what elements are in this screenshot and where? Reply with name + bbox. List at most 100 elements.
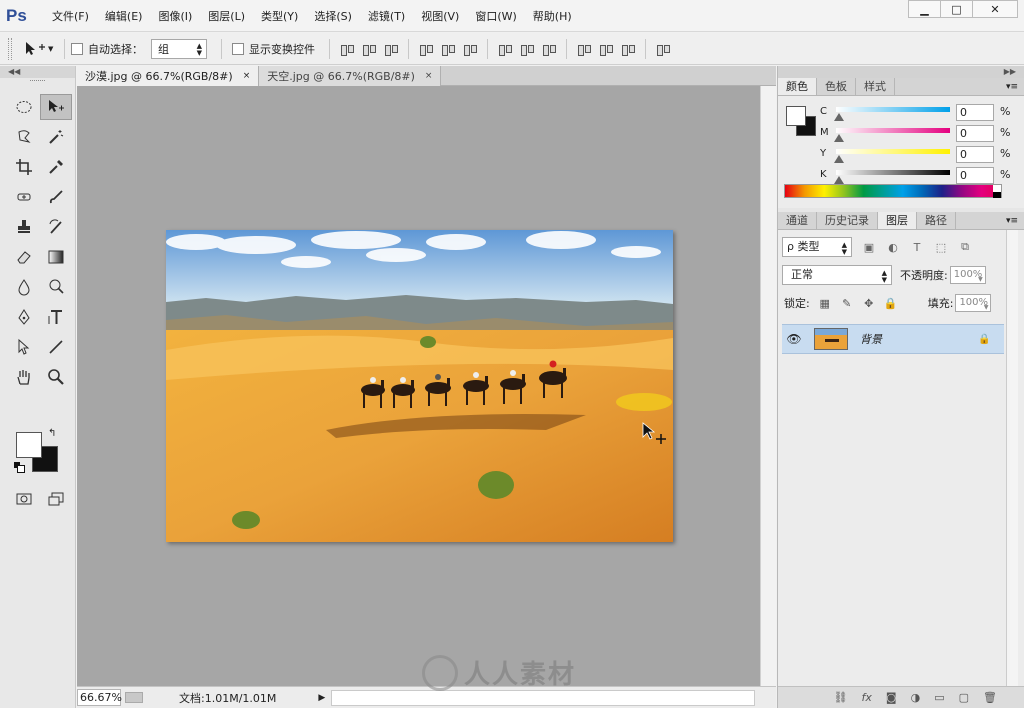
adjustment-icon[interactable]: ◑ [911,691,921,704]
clone-stamp-icon[interactable] [8,214,40,240]
opacity-input[interactable]: 100% ▼ [949,266,986,284]
close-button[interactable]: ✕ [972,0,1018,18]
canvas-area[interactable] [77,86,760,686]
slider-track[interactable] [836,149,950,154]
foreground-color-swatch[interactable] [16,432,42,458]
menu-help[interactable]: 帮助(H) [525,8,580,24]
hand-icon[interactable] [8,364,40,390]
toolbar-grip[interactable] [30,80,45,88]
menu-filter[interactable]: 滤镜(T) [360,8,413,24]
brush-icon[interactable] [40,184,72,210]
distribute-left-icon[interactable] [578,43,591,56]
folder-icon[interactable]: ▭ [934,691,944,704]
crop-icon[interactable] [8,154,40,180]
move-tool-icon[interactable] [40,94,72,120]
slider-knob[interactable] [834,176,844,184]
distribute-vcenter-icon[interactable] [521,43,534,56]
eye-icon[interactable]: 👁 [782,332,806,346]
distribute-hcenter-icon[interactable] [600,43,613,56]
slider-value-input[interactable]: 0 [956,125,994,142]
tab-paths[interactable]: 路径 [917,212,956,229]
mask-icon[interactable]: ◙ [886,691,897,704]
lock-pixels-icon[interactable]: ✎ [840,296,854,310]
vertical-scrollbar[interactable] [760,86,776,686]
magic-wand-icon[interactable] [40,124,72,150]
tab-sky[interactable]: 天空.jpg @ 66.7%(RGB/8#) × [259,66,442,86]
lasso-icon[interactable] [8,124,40,150]
align-left-icon[interactable] [420,43,433,56]
close-icon[interactable]: × [425,71,433,81]
link-icon[interactable]: ⛓ [834,691,848,704]
minimize-button[interactable]: ▁ [908,0,941,18]
pen-icon[interactable] [8,304,40,330]
document-image[interactable] [166,230,673,542]
distribute-bottom-icon[interactable] [543,43,556,56]
filter-smart-object-icon[interactable]: ⧉ [958,240,972,254]
filter-pixel-icon[interactable]: ▣ [862,240,876,254]
healing-brush-icon[interactable] [8,184,40,210]
align-right-icon[interactable] [464,43,477,56]
layer-row-background[interactable]: 👁 背景 🔒 [782,324,1004,354]
slider-value-input[interactable]: 0 [956,104,994,121]
tab-channels[interactable]: 通道 [778,212,817,229]
tool-preset-picker[interactable]: ▼ [24,38,58,60]
menu-window[interactable]: 窗口(W) [467,8,524,24]
lock-all-icon[interactable]: 🔒 [884,296,898,310]
swap-colors-icon[interactable]: ↰ [48,428,56,439]
filter-adjustment-icon[interactable]: ◐ [886,240,900,254]
quick-mask-icon[interactable] [8,486,40,512]
tab-desert[interactable]: 沙漠.jpg @ 66.7%(RGB/8#) × [77,66,260,86]
gradient-icon[interactable] [40,244,72,270]
foreground-color-swatch[interactable] [786,106,806,126]
maximize-button[interactable]: □ [940,0,973,18]
fx-icon[interactable]: fx [862,691,872,704]
default-colors-icon[interactable] [14,462,25,473]
distribute-top-icon[interactable] [499,43,512,56]
filter-shape-icon[interactable]: ⬚ [934,240,948,254]
show-transform-checkbox[interactable] [232,42,244,55]
trash-icon[interactable]: 🗑 [983,691,997,704]
layers-scrollbar[interactable] [1006,230,1018,708]
zoom-icon[interactable] [40,364,72,390]
blend-mode-dropdown[interactable]: 正常 ▲ ▼ [782,265,892,285]
auto-select-checkbox[interactable] [71,42,83,55]
slider-track[interactable] [836,107,950,112]
expand-arrows-icon[interactable]: ▶▶ [778,66,1024,78]
options-grip[interactable] [8,37,12,60]
slider-value-input[interactable]: 0 [956,167,994,184]
tab-styles[interactable]: 样式 [856,78,895,95]
align-bottom-icon[interactable] [385,43,398,56]
horizontal-scrollbar[interactable] [331,689,756,706]
menu-layer[interactable]: 图层(L) [200,8,253,24]
slider-track[interactable] [836,170,950,175]
line-icon[interactable] [40,334,72,360]
align-top-icon[interactable] [341,43,354,56]
collapse-arrows-icon[interactable]: ◀◀ [0,66,75,78]
menu-select[interactable]: 选择(S) [306,8,360,24]
blur-icon[interactable] [8,274,40,300]
tab-layers[interactable]: 图层 [878,212,917,229]
tab-color[interactable]: 颜色 [778,78,817,95]
close-icon[interactable]: × [243,71,251,81]
distribute-right-icon[interactable] [622,43,635,56]
tab-history[interactable]: 历史记录 [817,212,878,229]
slider-knob[interactable] [834,113,844,121]
lock-position-icon[interactable]: ✥ [862,296,876,310]
slider-value-input[interactable]: 0 [956,146,994,163]
fill-input[interactable]: 100% ▼ [955,294,992,312]
panel-menu-icon[interactable]: ▾≡ [1006,78,1018,96]
lock-transparency-icon[interactable]: ▦ [818,296,832,310]
slider-knob[interactable] [834,155,844,163]
menu-type[interactable]: 类型(Y) [253,8,306,24]
slider-knob[interactable] [834,134,844,142]
filter-type-icon[interactable]: T [910,240,924,254]
tab-swatches[interactable]: 色板 [817,78,856,95]
auto-align-icon[interactable] [657,43,670,56]
slider-track[interactable] [836,128,950,133]
color-spectrum[interactable] [784,184,1002,198]
eyedropper-icon[interactable] [40,154,72,180]
path-selection-icon[interactable] [8,334,40,360]
menu-file[interactable]: 文件(F) [44,8,97,24]
align-vcenter-icon[interactable] [363,43,376,56]
eraser-icon[interactable] [8,244,40,270]
